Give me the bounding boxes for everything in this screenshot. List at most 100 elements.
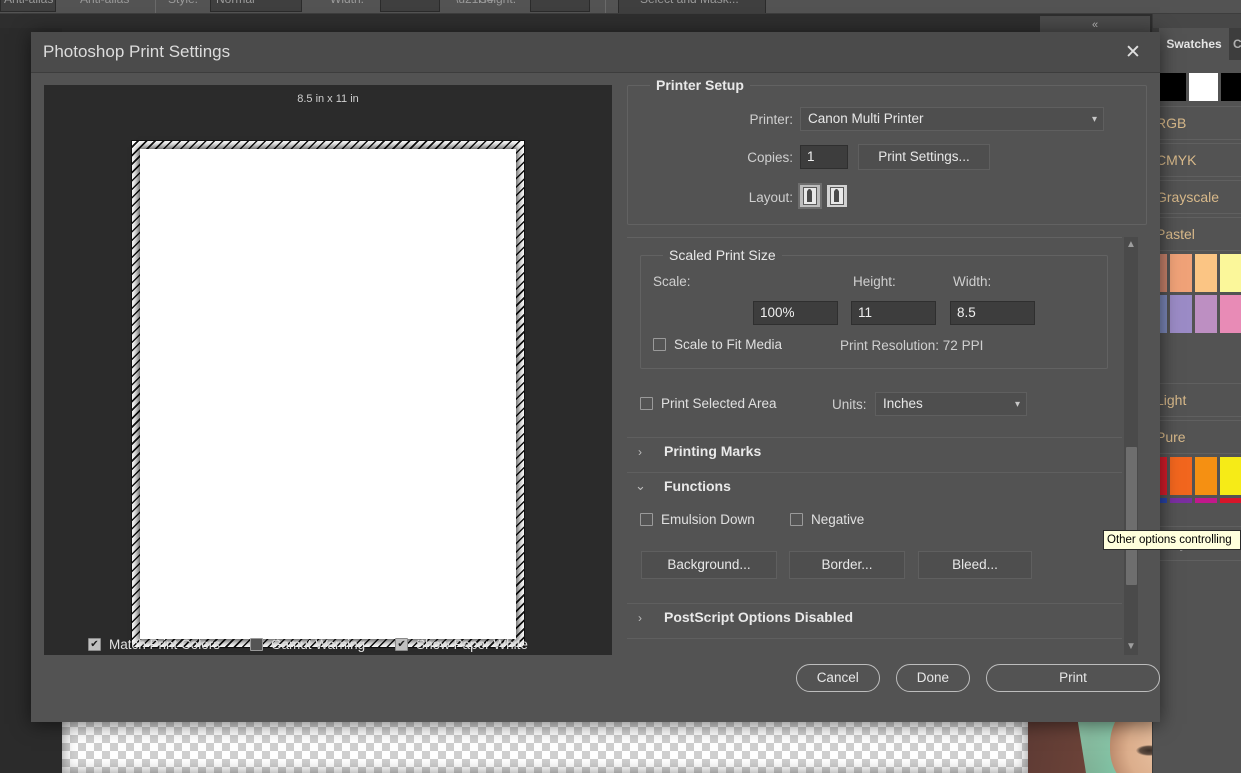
portrait-person-body — [807, 190, 812, 202]
printer-label: Printer: — [749, 112, 793, 127]
show-paper-white-label: Show Paper White — [416, 637, 528, 652]
preview-options-row: Match Print Colors Gamut Warning Show Pa… — [88, 637, 528, 652]
checkbox-gamut-warning[interactable]: Gamut Warning — [250, 637, 365, 652]
swatch-group-pure[interactable]: Pure — [1145, 420, 1241, 503]
swatch-pure-2[interactable] — [1170, 457, 1192, 495]
swatches-recent-row[interactable] — [1157, 73, 1241, 101]
options-bar-separator-1 — [155, 0, 156, 13]
options-bar: Anti-alias Anti-alias Style: Normal Widt… — [0, 0, 1241, 14]
printer-select[interactable]: Canon Multi Printer ▾ — [800, 107, 1104, 131]
options-bar-separator-2 — [605, 0, 606, 13]
scrollbar-thumb[interactable] — [1126, 447, 1137, 585]
print-options-scroll-region: Scaled Print Size Scale: Height: Width: … — [627, 237, 1147, 655]
close-icon[interactable]: ✕ — [1106, 32, 1160, 73]
swatch-pure-7[interactable] — [1195, 498, 1217, 503]
tab-next-partial[interactable]: C — [1233, 28, 1241, 60]
swatch-group-grayscale[interactable]: Grayscale — [1153, 180, 1241, 214]
height-input[interactable]: 11 — [851, 301, 936, 325]
options-bar-width-label: Width: — [330, 0, 364, 6]
scale-input[interactable]: 100% — [753, 301, 838, 325]
swatch-recent-2[interactable] — [1189, 73, 1218, 101]
print-selected-area-label: Print Selected Area — [661, 396, 777, 411]
swatch-pure-8[interactable] — [1220, 498, 1241, 503]
done-button[interactable]: Done — [895, 664, 970, 692]
divider-printing-marks-top — [627, 437, 1122, 438]
bleed-button[interactable]: Bleed... — [918, 551, 1032, 579]
options-bar-style-value: Normal — [216, 0, 255, 6]
swatch-pure-4[interactable] — [1220, 457, 1241, 495]
options-bar-style-label: Style: — [168, 0, 198, 6]
swatch-recent-3[interactable] — [1221, 73, 1241, 101]
swatch-pure-6[interactable] — [1170, 498, 1192, 503]
portrait-orientation-icon[interactable] — [798, 183, 822, 209]
checkbox-scale-to-fit-media[interactable]: Scale to Fit Media — [653, 337, 782, 352]
swatch-group-rgb[interactable]: RGB — [1153, 106, 1241, 140]
scrollbar-up-arrow-icon[interactable]: ▲ — [1124, 237, 1138, 253]
show-paper-white-checkbox-box[interactable] — [395, 638, 409, 651]
swatch-group-label-cmyk: CMYK — [1153, 143, 1241, 177]
swatch-group-cmyk[interactable]: CMYK — [1153, 143, 1241, 177]
units-select[interactable]: Inches ▾ — [875, 392, 1027, 416]
negative-checkbox-box[interactable] — [790, 513, 803, 526]
section-header-postscript[interactable]: PostScript Options Disabled — [664, 609, 853, 625]
swatch-group-pastel[interactable]: Pastel — [1145, 217, 1241, 333]
scaled-print-size-section: Scaled Print Size Scale: Height: Width: … — [640, 247, 1108, 369]
printer-select-value: Canon Multi Printer — [808, 111, 924, 126]
scale-to-fit-media-checkbox-box[interactable] — [653, 338, 666, 351]
layout-label: Layout: — [748, 190, 793, 205]
scale-to-fit-media-label: Scale to Fit Media — [674, 337, 783, 352]
options-bar-height-input[interactable] — [530, 0, 590, 12]
divider-postscript-bottom — [627, 638, 1122, 639]
match-print-colors-checkbox-box[interactable] — [88, 638, 101, 651]
print-preview[interactable]: 8.5 in x 11 in — [44, 85, 612, 655]
print-settings-button[interactable]: Print Settings... — [858, 144, 990, 170]
emulsion-down-checkbox-box[interactable] — [640, 513, 653, 526]
dialog-right-column: Printer Setup Printer: Canon Multi Print… — [627, 77, 1147, 655]
print-button[interactable]: Print — [986, 664, 1160, 692]
printer-setup-section: Printer Setup Printer: Canon Multi Print… — [627, 77, 1147, 225]
section-header-printing-marks[interactable]: Printing Marks — [664, 443, 761, 459]
gamut-warning-checkbox-box[interactable] — [250, 638, 264, 651]
preview-paper — [131, 140, 525, 648]
print-settings-dialog: Photoshop Print Settings ✕ 8.5 in x 11 i… — [31, 32, 1160, 722]
section-header-functions[interactable]: Functions — [664, 478, 731, 494]
checkbox-print-selected-area[interactable]: Print Selected Area — [640, 396, 777, 411]
scaled-print-size-legend: Scaled Print Size — [663, 247, 782, 263]
background-button[interactable]: Background... — [641, 551, 777, 579]
checkbox-negative[interactable]: Negative — [790, 512, 864, 527]
screen-root: Anti-alias Anti-alias Style: Normal Widt… — [0, 0, 1241, 773]
swatch-pure-3[interactable] — [1195, 457, 1217, 495]
print-selected-area-checkbox-box[interactable] — [640, 397, 653, 410]
checkbox-show-paper-white[interactable]: Show Paper White — [395, 637, 528, 652]
landscape-orientation-icon[interactable] — [827, 185, 847, 207]
checkbox-emulsion-down[interactable]: Emulsion Down — [640, 512, 755, 527]
swatch-pastel-4[interactable] — [1220, 254, 1241, 292]
swatch-pastel-2[interactable] — [1170, 254, 1192, 292]
swatch-group-label-light: Light — [1153, 383, 1241, 417]
negative-label: Negative — [811, 512, 865, 527]
width-input[interactable]: 8.5 — [950, 301, 1035, 325]
swatch-group-light[interactable]: Light — [1153, 383, 1241, 417]
panel-tabstrip: Swatches C — [1153, 28, 1241, 60]
tab-swatches[interactable]: Swatches — [1159, 28, 1229, 60]
scale-label: Scale: — [653, 274, 691, 289]
copies-input[interactable]: 1 — [800, 145, 848, 169]
swatch-pastel-6[interactable] — [1170, 295, 1192, 333]
swatch-pastel-3[interactable] — [1195, 254, 1217, 292]
chevron-down-icon-functions[interactable]: ⌄ — [635, 478, 646, 494]
swatch-pastel-8[interactable] — [1220, 295, 1241, 333]
scrollbar-down-arrow-icon[interactable]: ▼ — [1124, 639, 1138, 655]
border-button[interactable]: Border... — [789, 551, 905, 579]
preview-dimension-label: 8.5 in x 11 in — [297, 93, 359, 105]
chevron-right-icon-postscript[interactable]: › — [638, 611, 642, 625]
swatch-recent-1[interactable] — [1157, 73, 1186, 101]
swatch-pastel-7[interactable] — [1195, 295, 1217, 333]
checkbox-match-print-colors[interactable]: Match Print Colors — [88, 637, 220, 652]
dialog-titlebar: Photoshop Print Settings ✕ — [31, 32, 1160, 73]
swatch-group-label-pure: Pure — [1153, 420, 1241, 454]
options-bar-width-input[interactable] — [380, 0, 440, 12]
tooltip: Other options controlling — [1103, 530, 1241, 550]
chevron-right-icon-printing-marks[interactable]: › — [638, 445, 642, 459]
cancel-button[interactable]: Cancel — [795, 664, 880, 692]
options-scrollbar[interactable]: ▲ ▼ — [1124, 237, 1138, 655]
